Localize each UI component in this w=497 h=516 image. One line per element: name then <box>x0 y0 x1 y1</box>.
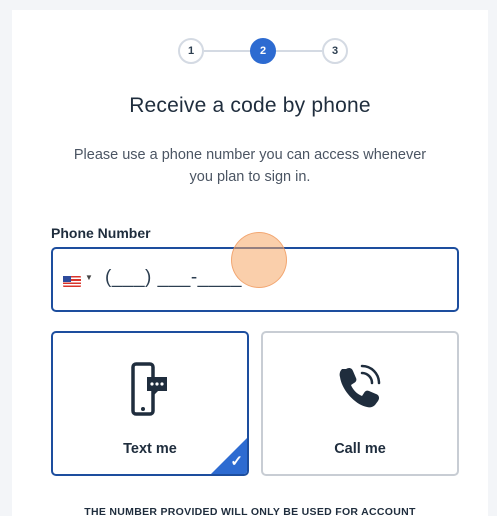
call-me-label: Call me <box>334 441 386 457</box>
text-me-option[interactable]: Text me ✓ <box>51 331 249 476</box>
country-dropdown-caret-icon[interactable]: ▼ <box>85 273 93 282</box>
phone-ringing-icon <box>263 361 457 411</box>
step-connector <box>204 50 252 52</box>
verification-card: 1 2 3 Receive a code by phone Please use… <box>12 10 488 516</box>
page-title: Receive a code by phone <box>129 94 371 117</box>
footer-disclaimer: THE NUMBER PROVIDED WILL ONLY BE USED FO… <box>84 506 416 516</box>
smartphone-message-icon <box>53 361 247 421</box>
checkmark-icon: ✓ <box>230 453 243 470</box>
phone-number-label: Phone Number <box>51 225 151 241</box>
step-1: 1 <box>178 38 204 64</box>
progress-stepper: 1 2 3 <box>178 38 348 64</box>
step-2-active: 2 <box>250 38 276 64</box>
phone-number-value[interactable]: (___) ___-____ <box>105 267 242 289</box>
cursor-highlight <box>231 232 287 288</box>
page-subtitle: Please use a phone number you can access… <box>73 147 427 185</box>
us-flag-icon[interactable] <box>63 276 81 287</box>
call-me-option[interactable]: Call me <box>261 331 459 476</box>
step-3: 3 <box>322 38 348 64</box>
step-connector <box>274 50 322 52</box>
